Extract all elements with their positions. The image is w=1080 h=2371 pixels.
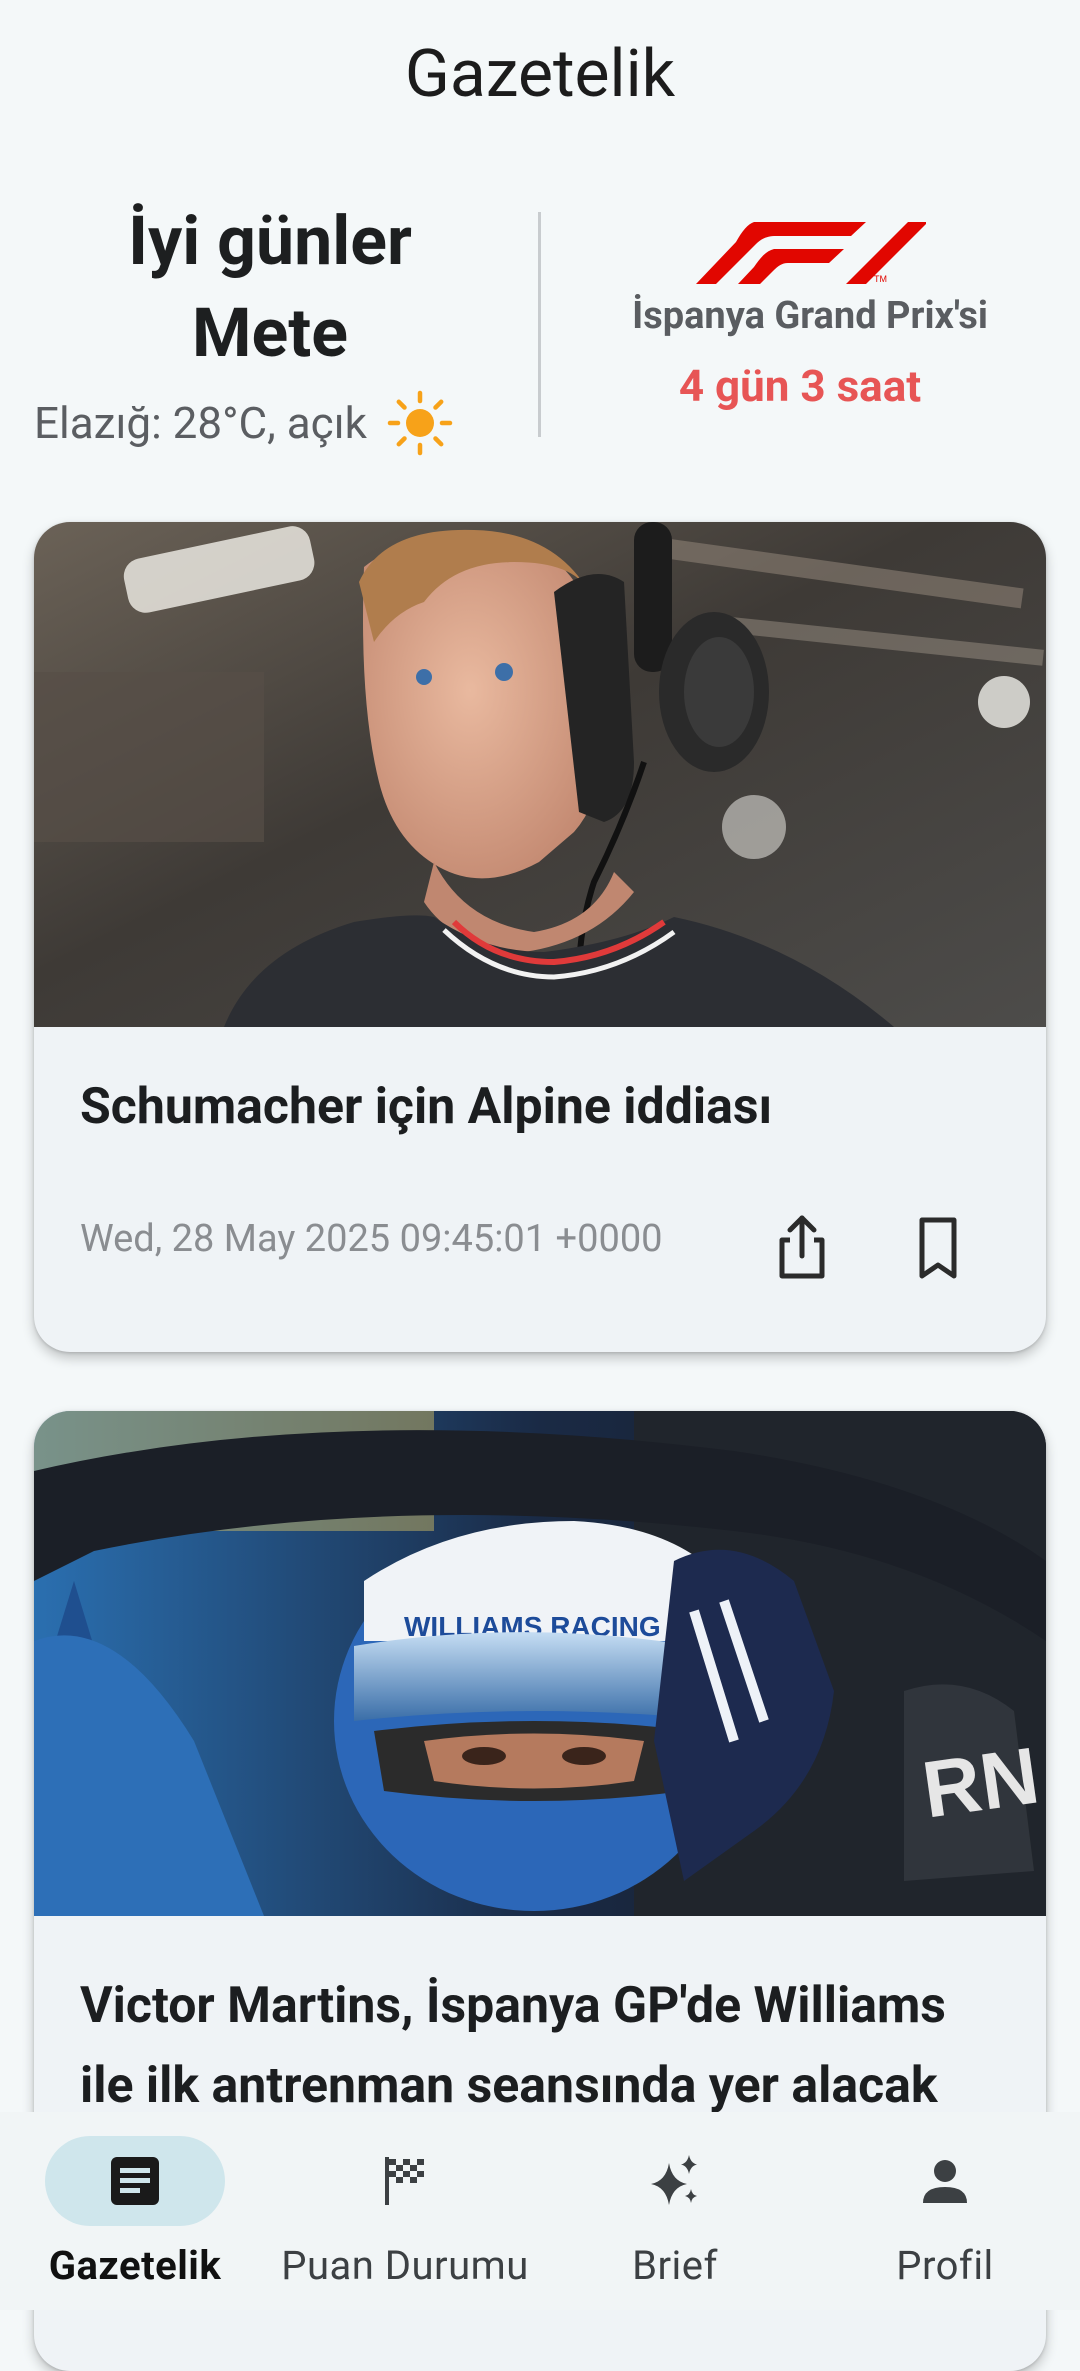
greeting: İyi günler Mete	[0, 195, 540, 379]
nav-label: Gazetelik	[48, 2242, 222, 2289]
nav-label: Puan Durumu	[281, 2242, 529, 2289]
weather-text: Elazığ: 28°C, açık	[34, 397, 367, 449]
grand-prix-name: İspanya Grand Prix'si	[632, 294, 988, 338]
checkered-flag-icon	[385, 2157, 424, 2205]
bottom-navigation: Gazetelik Puan Durumu Brief Profil	[0, 2112, 1080, 2310]
article-photo: WILLIAMS RACING RN	[34, 1411, 1046, 1916]
greeting-line-1: İyi günler	[128, 201, 412, 281]
share-icon[interactable]	[764, 1210, 840, 1286]
svg-text:RN: RN	[917, 1730, 1044, 1834]
greeting-user-name: Mete	[192, 293, 348, 373]
nav-item-profil[interactable]: Profil	[810, 2112, 1080, 2310]
nav-label: Brief	[632, 2242, 718, 2289]
weather-widget: Elazığ: 28°C, açık	[34, 390, 494, 456]
svg-text:TM: TM	[874, 274, 887, 284]
sparkles-icon	[651, 2155, 697, 2205]
page-title: Gazetelik	[404, 36, 676, 113]
newspaper-icon	[111, 2157, 159, 2205]
sun-icon	[387, 390, 453, 456]
race-countdown: 4 gün 3 saat	[678, 360, 922, 412]
article-card[interactable]: Schumacher için Alpine iddiası Wed, 28 M…	[34, 522, 1046, 1352]
f1-logo: TM	[696, 222, 926, 284]
bookmark-icon[interactable]	[900, 1210, 976, 1286]
nav-item-gazetelik[interactable]: Gazetelik	[0, 2112, 270, 2310]
nav-item-brief[interactable]: Brief	[540, 2112, 810, 2310]
article-date: Wed, 28 May 2025 09:45:01 +0000	[80, 1217, 663, 1261]
nav-item-puan-durumu[interactable]: Puan Durumu	[270, 2112, 540, 2310]
nav-label: Profil	[896, 2242, 994, 2289]
person-icon	[923, 2160, 967, 2203]
article-title[interactable]: Schumacher için Alpine iddiası	[80, 1067, 1010, 1147]
article-photo	[34, 522, 1046, 1027]
article-title[interactable]: Victor Martins, İspanya GP'de Williams i…	[80, 1966, 1010, 2126]
